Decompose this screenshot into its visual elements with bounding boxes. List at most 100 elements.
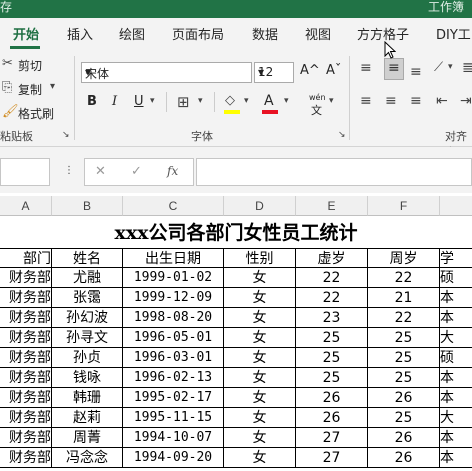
table-row-3-education[interactable]: 本 <box>440 308 472 328</box>
table-row-5-gender[interactable]: 女 <box>224 348 296 368</box>
table-row-2-department[interactable]: 财务部 <box>0 288 52 308</box>
table-row-5-birth-date[interactable]: 1996-03-01 <box>123 348 224 368</box>
column-header-A[interactable]: A <box>0 196 52 216</box>
font-size-select[interactable]: 12 ▾ <box>254 62 294 83</box>
table-row-7-gender[interactable]: 女 <box>224 388 296 408</box>
tab-data[interactable]: 数据 <box>252 24 278 43</box>
underline-button[interactable]: U <box>134 94 144 109</box>
column-header-G[interactable] <box>440 196 472 216</box>
table-row-9-department[interactable]: 财务部 <box>0 428 52 448</box>
format-painter-button[interactable]: 格式刷 <box>18 105 54 122</box>
table-row-2-nominal-age[interactable]: 22 <box>296 288 368 308</box>
align-center-icon[interactable]: ≡ <box>385 93 397 109</box>
table-row-7-education[interactable]: 本 <box>440 388 472 408</box>
table-row-1-actual-age[interactable]: 22 <box>368 268 440 288</box>
table-row-4-actual-age[interactable]: 25 <box>368 328 440 348</box>
table-row-10-gender[interactable]: 女 <box>224 448 296 468</box>
table-row-8-birth-date[interactable]: 1995-11-15 <box>123 408 224 428</box>
table-row-2-birth-date[interactable]: 1999-12-09 <box>123 288 224 308</box>
tab-view[interactable]: 视图 <box>305 24 331 43</box>
align-bottom-icon[interactable]: ≡ <box>410 64 422 80</box>
tab-insert[interactable]: 插入 <box>67 24 93 43</box>
table-row-7-name[interactable]: 韩珊 <box>52 388 123 408</box>
align-middle-button[interactable]: ≡ <box>384 58 404 80</box>
table-row-3-nominal-age[interactable]: 23 <box>296 308 368 328</box>
table-row-3-birth-date[interactable]: 1998-08-20 <box>123 308 224 328</box>
table-row-10-actual-age[interactable]: 26 <box>368 448 440 468</box>
column-header-E[interactable]: E <box>296 196 368 216</box>
table-row-1-education[interactable]: 硕 <box>440 268 472 288</box>
table-row-9-birth-date[interactable]: 1994-10-07 <box>123 428 224 448</box>
table-row-2-actual-age[interactable]: 21 <box>368 288 440 308</box>
table-row-2-education[interactable]: 本 <box>440 288 472 308</box>
wrap-text-icon[interactable]: ≣ <box>462 60 472 76</box>
table-row-8-education[interactable]: 大 <box>440 408 472 428</box>
table-row-10-birth-date[interactable]: 1994-09-20 <box>123 448 224 468</box>
table-row-6-actual-age[interactable]: 25 <box>368 368 440 388</box>
chevron-down-icon[interactable]: ▾ <box>198 96 203 106</box>
align-left-icon[interactable]: ≡ <box>360 93 372 109</box>
table-row-8-department[interactable]: 财务部 <box>0 408 52 428</box>
table-row-3-gender[interactable]: 女 <box>224 308 296 328</box>
table-row-8-nominal-age[interactable]: 26 <box>296 408 368 428</box>
column-header-B[interactable]: B <box>52 196 123 216</box>
table-row-9-gender[interactable]: 女 <box>224 428 296 448</box>
column-header-F[interactable]: F <box>368 196 440 216</box>
table-row-7-department[interactable]: 财务部 <box>0 388 52 408</box>
sheet-title[interactable]: xxx公司各部门女性员工统计 <box>0 218 472 248</box>
table-row-4-department[interactable]: 财务部 <box>0 328 52 348</box>
table-row-6-nominal-age[interactable]: 25 <box>296 368 368 388</box>
table-row-4-nominal-age[interactable]: 25 <box>296 328 368 348</box>
dialog-launcher-icon[interactable]: ↘ <box>338 130 346 140</box>
table-row-9-actual-age[interactable]: 26 <box>368 428 440 448</box>
tab-fangfang-gezi[interactable]: 方方格子 <box>357 24 409 43</box>
tab-home[interactable]: 开始 <box>13 24 39 43</box>
tab-draw[interactable]: 绘图 <box>119 24 145 43</box>
table-header-education[interactable]: 学 <box>440 248 472 268</box>
table-row-1-nominal-age[interactable]: 22 <box>296 268 368 288</box>
copy-button[interactable]: 复制 <box>18 81 42 98</box>
table-row-5-education[interactable]: 硕 <box>440 348 472 368</box>
table-row-1-name[interactable]: 尤融 <box>52 268 123 288</box>
table-row-3-department[interactable]: 财务部 <box>0 308 52 328</box>
table-row-8-gender[interactable]: 女 <box>224 408 296 428</box>
align-right-icon[interactable]: ≡ <box>410 93 422 109</box>
table-row-5-actual-age[interactable]: 25 <box>368 348 440 368</box>
border-icon[interactable]: ⊞ <box>177 93 190 111</box>
table-row-6-birth-date[interactable]: 1996-02-13 <box>123 368 224 388</box>
increase-indent-icon[interactable]: ⇥ <box>460 93 472 109</box>
table-row-6-name[interactable]: 钱咏 <box>52 368 123 388</box>
italic-button[interactable]: I <box>112 94 117 109</box>
table-row-3-name[interactable]: 孙幻波 <box>52 308 123 328</box>
formula-input[interactable] <box>196 158 472 186</box>
chevron-down-icon[interactable]: ▾ <box>448 62 453 72</box>
table-row-1-birth-date[interactable]: 1999-01-02 <box>123 268 224 288</box>
table-row-7-birth-date[interactable]: 1995-02-17 <box>123 388 224 408</box>
table-row-8-name[interactable]: 赵莉 <box>52 408 123 428</box>
table-row-4-education[interactable]: 大 <box>440 328 472 348</box>
table-row-2-gender[interactable]: 女 <box>224 288 296 308</box>
table-row-10-education[interactable]: 本 <box>440 448 472 468</box>
table-row-7-nominal-age[interactable]: 26 <box>296 388 368 408</box>
table-row-6-department[interactable]: 财务部 <box>0 368 52 388</box>
table-row-9-name[interactable]: 周菁 <box>52 428 123 448</box>
bold-button[interactable]: B <box>87 94 97 109</box>
font-name-select[interactable]: 宋体 ▾ <box>81 62 252 83</box>
orientation-icon[interactable]: ⟋ <box>434 60 443 75</box>
tab-page-layout[interactable]: 页面布局 <box>172 24 224 43</box>
table-row-5-nominal-age[interactable]: 25 <box>296 348 368 368</box>
cut-button[interactable]: 剪切 <box>18 57 42 74</box>
table-row-2-name[interactable]: 张霭 <box>52 288 123 308</box>
fill-color-icon[interactable]: ◇ <box>225 93 235 108</box>
table-row-3-actual-age[interactable]: 22 <box>368 308 440 328</box>
align-top-icon[interactable]: ≡ <box>360 60 372 76</box>
column-header-D[interactable]: D <box>224 196 296 216</box>
dialog-launcher-icon[interactable]: ↘ <box>62 130 70 140</box>
table-row-1-department[interactable]: 财务部 <box>0 268 52 288</box>
table-header-nominal-age[interactable]: 虚岁 <box>296 248 368 268</box>
cancel-icon[interactable]: ✕ <box>95 164 106 179</box>
grow-font-button[interactable]: A^ <box>300 63 320 78</box>
table-row-10-nominal-age[interactable]: 27 <box>296 448 368 468</box>
chevron-down-icon[interactable]: ▾ <box>244 96 249 106</box>
table-row-6-education[interactable]: 本 <box>440 368 472 388</box>
